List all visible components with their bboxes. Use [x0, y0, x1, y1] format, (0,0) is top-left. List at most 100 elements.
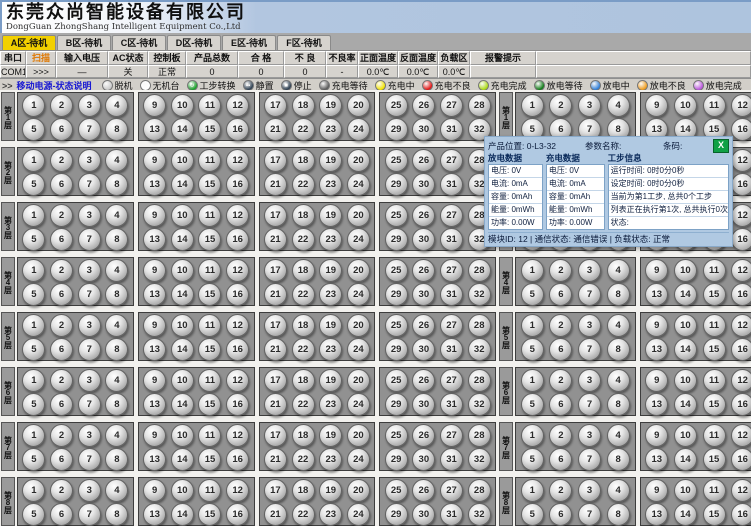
- tab-zone-1[interactable]: B区-待机: [57, 35, 111, 50]
- battery-cell-4[interactable]: 4: [105, 259, 128, 282]
- battery-cell-8[interactable]: 8: [105, 338, 128, 361]
- battery-cell-18[interactable]: 18: [292, 204, 315, 227]
- battery-cell-14[interactable]: 14: [171, 118, 194, 141]
- battery-cell-16[interactable]: 16: [226, 118, 249, 141]
- battery-cell-32[interactable]: 32: [468, 503, 491, 526]
- battery-cell-27[interactable]: 27: [440, 369, 463, 392]
- battery-cell-6[interactable]: 6: [50, 118, 73, 141]
- battery-cell-22[interactable]: 22: [292, 118, 315, 141]
- battery-cell-16[interactable]: 16: [731, 118, 751, 141]
- battery-cell-2[interactable]: 2: [50, 259, 73, 282]
- battery-cell-12[interactable]: 12: [731, 424, 751, 447]
- battery-cell-15[interactable]: 15: [703, 503, 726, 526]
- battery-cell-18[interactable]: 18: [292, 369, 315, 392]
- battery-cell-32[interactable]: 32: [468, 283, 491, 306]
- battery-cell-5[interactable]: 5: [22, 338, 45, 361]
- battery-cell-11[interactable]: 11: [703, 314, 726, 337]
- battery-cell-15[interactable]: 15: [198, 228, 221, 251]
- battery-cell-9[interactable]: 9: [143, 369, 166, 392]
- battery-cell-13[interactable]: 13: [143, 228, 166, 251]
- battery-cell-6[interactable]: 6: [549, 393, 572, 416]
- battery-cell-11[interactable]: 11: [703, 259, 726, 282]
- battery-cell-12[interactable]: 12: [226, 424, 249, 447]
- battery-cell-27[interactable]: 27: [440, 424, 463, 447]
- battery-cell-5[interactable]: 5: [22, 448, 45, 471]
- battery-cell-3[interactable]: 3: [78, 149, 101, 172]
- battery-cell-16[interactable]: 16: [731, 448, 751, 471]
- battery-cell-28[interactable]: 28: [468, 369, 491, 392]
- battery-cell-24[interactable]: 24: [347, 173, 370, 196]
- battery-cell-30[interactable]: 30: [412, 338, 435, 361]
- battery-cell-18[interactable]: 18: [292, 259, 315, 282]
- battery-cell-31[interactable]: 31: [440, 448, 463, 471]
- battery-cell-8[interactable]: 8: [607, 283, 630, 306]
- battery-cell-13[interactable]: 13: [143, 338, 166, 361]
- battery-cell-7[interactable]: 7: [578, 503, 601, 526]
- battery-cell-16[interactable]: 16: [226, 228, 249, 251]
- battery-cell-7[interactable]: 7: [78, 118, 101, 141]
- battery-cell-4[interactable]: 4: [607, 369, 630, 392]
- battery-cell-15[interactable]: 15: [198, 393, 221, 416]
- battery-cell-8[interactable]: 8: [607, 503, 630, 526]
- battery-cell-12[interactable]: 12: [731, 204, 751, 227]
- battery-cell-2[interactable]: 2: [50, 94, 73, 117]
- battery-cell-19[interactable]: 19: [319, 94, 342, 117]
- battery-cell-27[interactable]: 27: [440, 94, 463, 117]
- battery-cell-21[interactable]: 21: [264, 448, 287, 471]
- battery-cell-16[interactable]: 16: [731, 173, 751, 196]
- battery-cell-11[interactable]: 11: [703, 479, 726, 502]
- battery-cell-31[interactable]: 31: [440, 503, 463, 526]
- battery-cell-12[interactable]: 12: [226, 149, 249, 172]
- battery-cell-31[interactable]: 31: [440, 338, 463, 361]
- battery-cell-7[interactable]: 7: [78, 338, 101, 361]
- battery-cell-11[interactable]: 11: [703, 369, 726, 392]
- battery-cell-4[interactable]: 4: [105, 149, 128, 172]
- battery-cell-30[interactable]: 30: [412, 503, 435, 526]
- battery-cell-26[interactable]: 26: [412, 314, 435, 337]
- battery-cell-28[interactable]: 28: [468, 94, 491, 117]
- battery-cell-14[interactable]: 14: [674, 393, 697, 416]
- battery-cell-28[interactable]: 28: [468, 259, 491, 282]
- battery-cell-30[interactable]: 30: [412, 118, 435, 141]
- battery-cell-17[interactable]: 17: [264, 314, 287, 337]
- battery-cell-8[interactable]: 8: [105, 393, 128, 416]
- battery-cell-7[interactable]: 7: [78, 228, 101, 251]
- battery-cell-6[interactable]: 6: [549, 503, 572, 526]
- battery-cell-12[interactable]: 12: [226, 259, 249, 282]
- battery-cell-3[interactable]: 3: [578, 369, 601, 392]
- battery-cell-20[interactable]: 20: [347, 259, 370, 282]
- battery-cell-14[interactable]: 14: [171, 503, 194, 526]
- battery-cell-23[interactable]: 23: [319, 228, 342, 251]
- battery-cell-8[interactable]: 8: [105, 118, 128, 141]
- battery-cell-21[interactable]: 21: [264, 338, 287, 361]
- battery-cell-16[interactable]: 16: [226, 283, 249, 306]
- battery-cell-13[interactable]: 13: [143, 173, 166, 196]
- battery-cell-26[interactable]: 26: [412, 369, 435, 392]
- tab-zone-2[interactable]: C区-待机: [112, 35, 166, 50]
- battery-cell-14[interactable]: 14: [674, 283, 697, 306]
- battery-cell-4[interactable]: 4: [607, 314, 630, 337]
- battery-cell-3[interactable]: 3: [78, 424, 101, 447]
- battery-cell-5[interactable]: 5: [521, 448, 544, 471]
- battery-cell-9[interactable]: 9: [143, 259, 166, 282]
- battery-cell-20[interactable]: 20: [347, 94, 370, 117]
- battery-cell-1[interactable]: 1: [521, 479, 544, 502]
- battery-cell-26[interactable]: 26: [412, 149, 435, 172]
- battery-cell-19[interactable]: 19: [319, 314, 342, 337]
- battery-cell-12[interactable]: 12: [731, 149, 751, 172]
- battery-cell-26[interactable]: 26: [412, 204, 435, 227]
- battery-cell-4[interactable]: 4: [105, 314, 128, 337]
- battery-cell-6[interactable]: 6: [50, 338, 73, 361]
- battery-cell-11[interactable]: 11: [703, 94, 726, 117]
- tab-zone-0[interactable]: A区-待机: [2, 35, 56, 50]
- battery-cell-3[interactable]: 3: [78, 204, 101, 227]
- battery-cell-2[interactable]: 2: [50, 204, 73, 227]
- battery-cell-25[interactable]: 25: [385, 314, 408, 337]
- battery-cell-12[interactable]: 12: [226, 204, 249, 227]
- battery-cell-13[interactable]: 13: [645, 338, 668, 361]
- battery-cell-24[interactable]: 24: [347, 393, 370, 416]
- battery-cell-11[interactable]: 11: [198, 204, 221, 227]
- battery-cell-22[interactable]: 22: [292, 503, 315, 526]
- battery-cell-32[interactable]: 32: [468, 338, 491, 361]
- battery-cell-25[interactable]: 25: [385, 479, 408, 502]
